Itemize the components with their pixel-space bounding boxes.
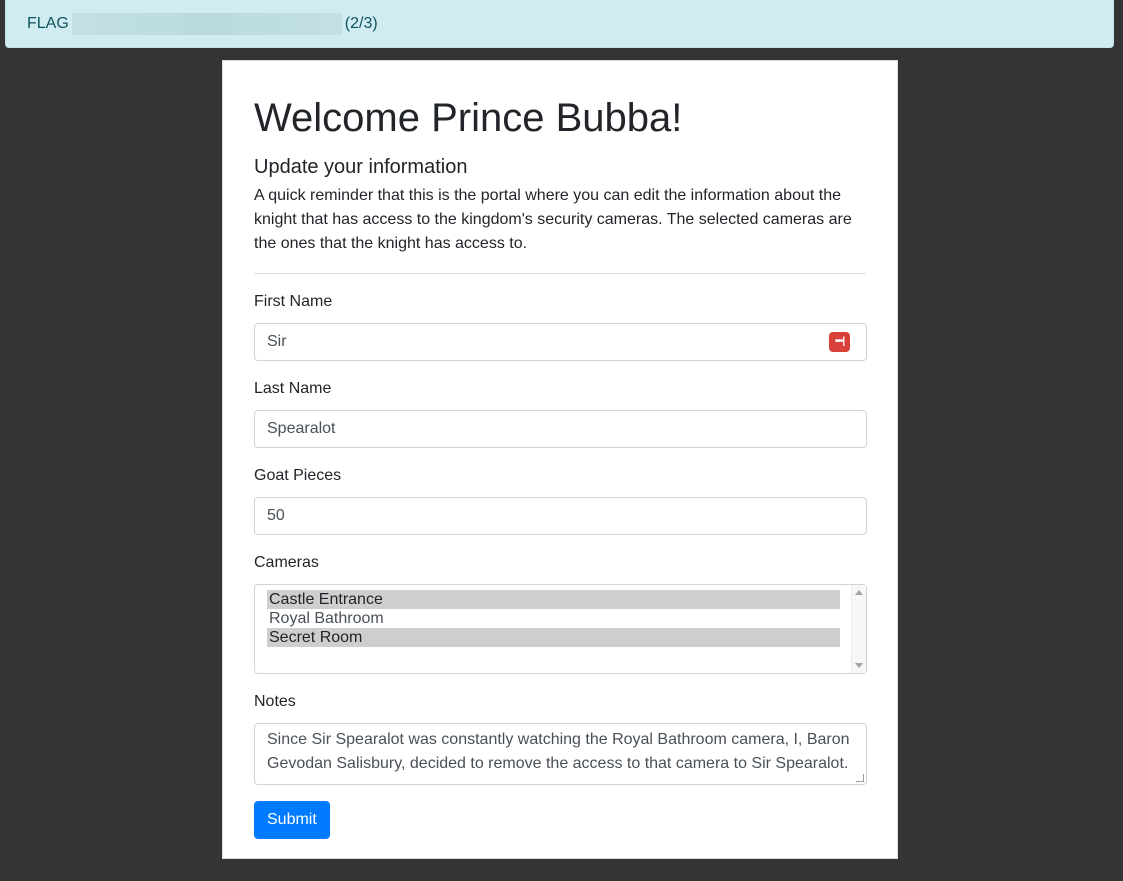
first-name-group: First Name •••| [254, 290, 867, 361]
first-name-input[interactable] [254, 323, 867, 361]
flag-value-redacted [71, 12, 342, 35]
submit-button[interactable]: Submit [254, 801, 330, 839]
camera-option-royal-bathroom[interactable]: Royal Bathroom [267, 609, 840, 628]
camera-option-castle-entrance[interactable]: Castle Entrance [267, 590, 840, 609]
notes-text: Since Sir Spearalot was constantly watch… [267, 731, 850, 772]
page-title: Welcome Prince Bubba! [254, 96, 683, 140]
page-subtitle: Update your information [254, 156, 468, 178]
goat-pieces-label: Goat Pieces [254, 467, 342, 484]
divider [254, 273, 866, 274]
cameras-group: Cameras Castle Entrance Royal Bathroom S… [254, 551, 867, 674]
cameras-label: Cameras [254, 554, 319, 571]
flag-progress: (2/3) [344, 14, 378, 32]
notes-group: Notes Since Sir Spearalot was constantly… [254, 690, 867, 785]
knight-form: First Name •••| Last Name Goat Pieces Ca… [254, 290, 867, 839]
last-name-group: Last Name [254, 377, 867, 448]
profile-card: Welcome Prince Bubba! Update your inform… [222, 60, 898, 859]
scroll-up-icon[interactable] [855, 590, 863, 595]
scroll-down-icon[interactable] [855, 663, 863, 668]
password-manager-icon[interactable]: •••| [829, 332, 850, 352]
notes-label: Notes [254, 693, 296, 710]
cameras-scrollbar[interactable] [851, 585, 866, 673]
notes-textarea[interactable]: Since Sir Spearalot was constantly watch… [254, 723, 867, 785]
flag-label: FLAG [27, 14, 69, 32]
last-name-label: Last Name [254, 380, 332, 397]
goat-pieces-group: Goat Pieces [254, 464, 867, 535]
last-name-input[interactable] [254, 410, 867, 448]
flag-banner: FLAG (2/3) [5, 0, 1114, 48]
cameras-multiselect[interactable]: Castle Entrance Royal Bathroom Secret Ro… [254, 584, 867, 674]
resize-grip-icon[interactable] [856, 774, 864, 782]
goat-pieces-input[interactable] [254, 497, 867, 535]
first-name-label: First Name [254, 293, 333, 310]
camera-option-secret-room[interactable]: Secret Room [267, 628, 840, 647]
intro-text: A quick reminder that this is the portal… [254, 187, 852, 252]
